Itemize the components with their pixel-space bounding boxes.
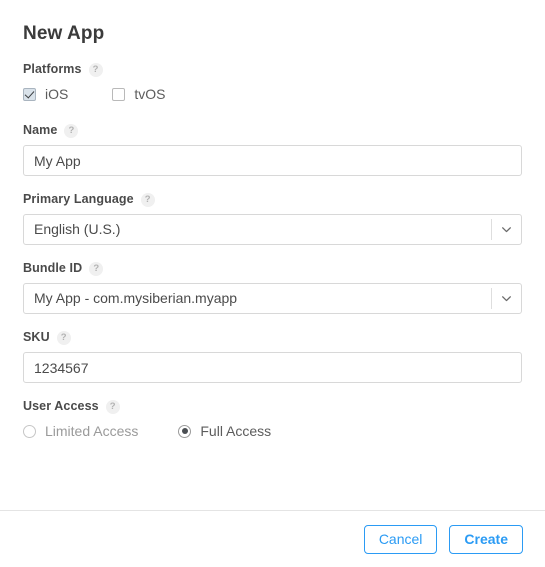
bundle-id-label: Bundle ID xyxy=(23,261,83,275)
create-button[interactable]: Create xyxy=(449,524,523,554)
user-access-label-row: User Access ? xyxy=(23,399,522,414)
bundle-id-select[interactable]: My App - com.mysiberian.myapp xyxy=(23,283,522,314)
checkbox-ios-label: iOS xyxy=(45,85,69,102)
primary-language-label-row: Primary Language ? xyxy=(23,192,522,207)
select-divider xyxy=(491,219,492,240)
field-bundle-id: Bundle ID ? My App - com.mysiberian.myap… xyxy=(23,261,522,314)
new-app-dialog: New App Platforms ? iOS tvOS Name ? My A… xyxy=(0,0,545,567)
radio-limited-access[interactable]: Limited Access xyxy=(23,423,138,440)
primary-language-select[interactable]: English (U.S.) xyxy=(23,214,522,245)
checkbox-tvos-label: tvOS xyxy=(134,85,166,102)
checkbox-ios[interactable]: iOS xyxy=(23,86,68,103)
primary-language-label: Primary Language xyxy=(23,192,134,206)
radio-full-access-control[interactable] xyxy=(178,424,192,438)
cancel-button[interactable]: Cancel xyxy=(363,524,438,554)
radio-full-access[interactable]: Full Access xyxy=(178,423,271,440)
radio-limited-access-label: Limited Access xyxy=(45,422,139,439)
help-icon[interactable]: ? xyxy=(64,123,79,138)
field-platforms: Platforms ? iOS tvOS xyxy=(23,62,522,104)
radio-limited-access-control[interactable] xyxy=(23,424,36,438)
dialog-body: New App Platforms ? iOS tvOS Name ? My A… xyxy=(0,0,545,510)
name-label-row: Name ? xyxy=(23,123,522,138)
checkbox-tvos-box[interactable] xyxy=(112,87,126,101)
user-access-label: User Access xyxy=(23,399,99,413)
name-label: Name xyxy=(23,123,58,137)
help-icon[interactable]: ? xyxy=(88,62,103,77)
help-icon[interactable]: ? xyxy=(105,399,120,414)
platforms-label-row: Platforms ? xyxy=(23,62,522,77)
field-primary-language: Primary Language ? English (U.S.) xyxy=(23,192,522,245)
field-name: Name ? xyxy=(23,123,522,176)
checkbox-ios-box[interactable] xyxy=(23,87,36,101)
help-icon[interactable]: ? xyxy=(56,330,71,345)
primary-language-value: English (U.S.) xyxy=(34,221,121,237)
field-user-access: User Access ? Limited Access Full Access xyxy=(23,399,522,441)
field-sku: SKU ? xyxy=(23,330,522,383)
user-access-options: Limited Access Full Access xyxy=(23,421,522,441)
help-icon[interactable]: ? xyxy=(140,192,155,207)
sku-label: SKU xyxy=(23,330,50,344)
platforms-options: iOS tvOS xyxy=(23,84,522,104)
dialog-footer: Cancel Create xyxy=(0,510,545,567)
sku-label-row: SKU ? xyxy=(23,330,522,345)
select-divider xyxy=(491,288,492,309)
platforms-label: Platforms xyxy=(23,62,82,76)
help-icon[interactable]: ? xyxy=(89,261,104,276)
page-title: New App xyxy=(23,23,105,44)
bundle-id-value: My App - com.mysiberian.myapp xyxy=(34,290,238,306)
radio-full-access-label: Full Access xyxy=(200,422,272,439)
sku-input[interactable] xyxy=(23,352,522,383)
chevron-down-icon[interactable] xyxy=(500,215,512,244)
bundle-id-label-row: Bundle ID ? xyxy=(23,261,522,276)
checkbox-tvos[interactable]: tvOS xyxy=(112,86,165,103)
name-input[interactable] xyxy=(23,145,522,176)
chevron-down-icon[interactable] xyxy=(500,284,512,313)
